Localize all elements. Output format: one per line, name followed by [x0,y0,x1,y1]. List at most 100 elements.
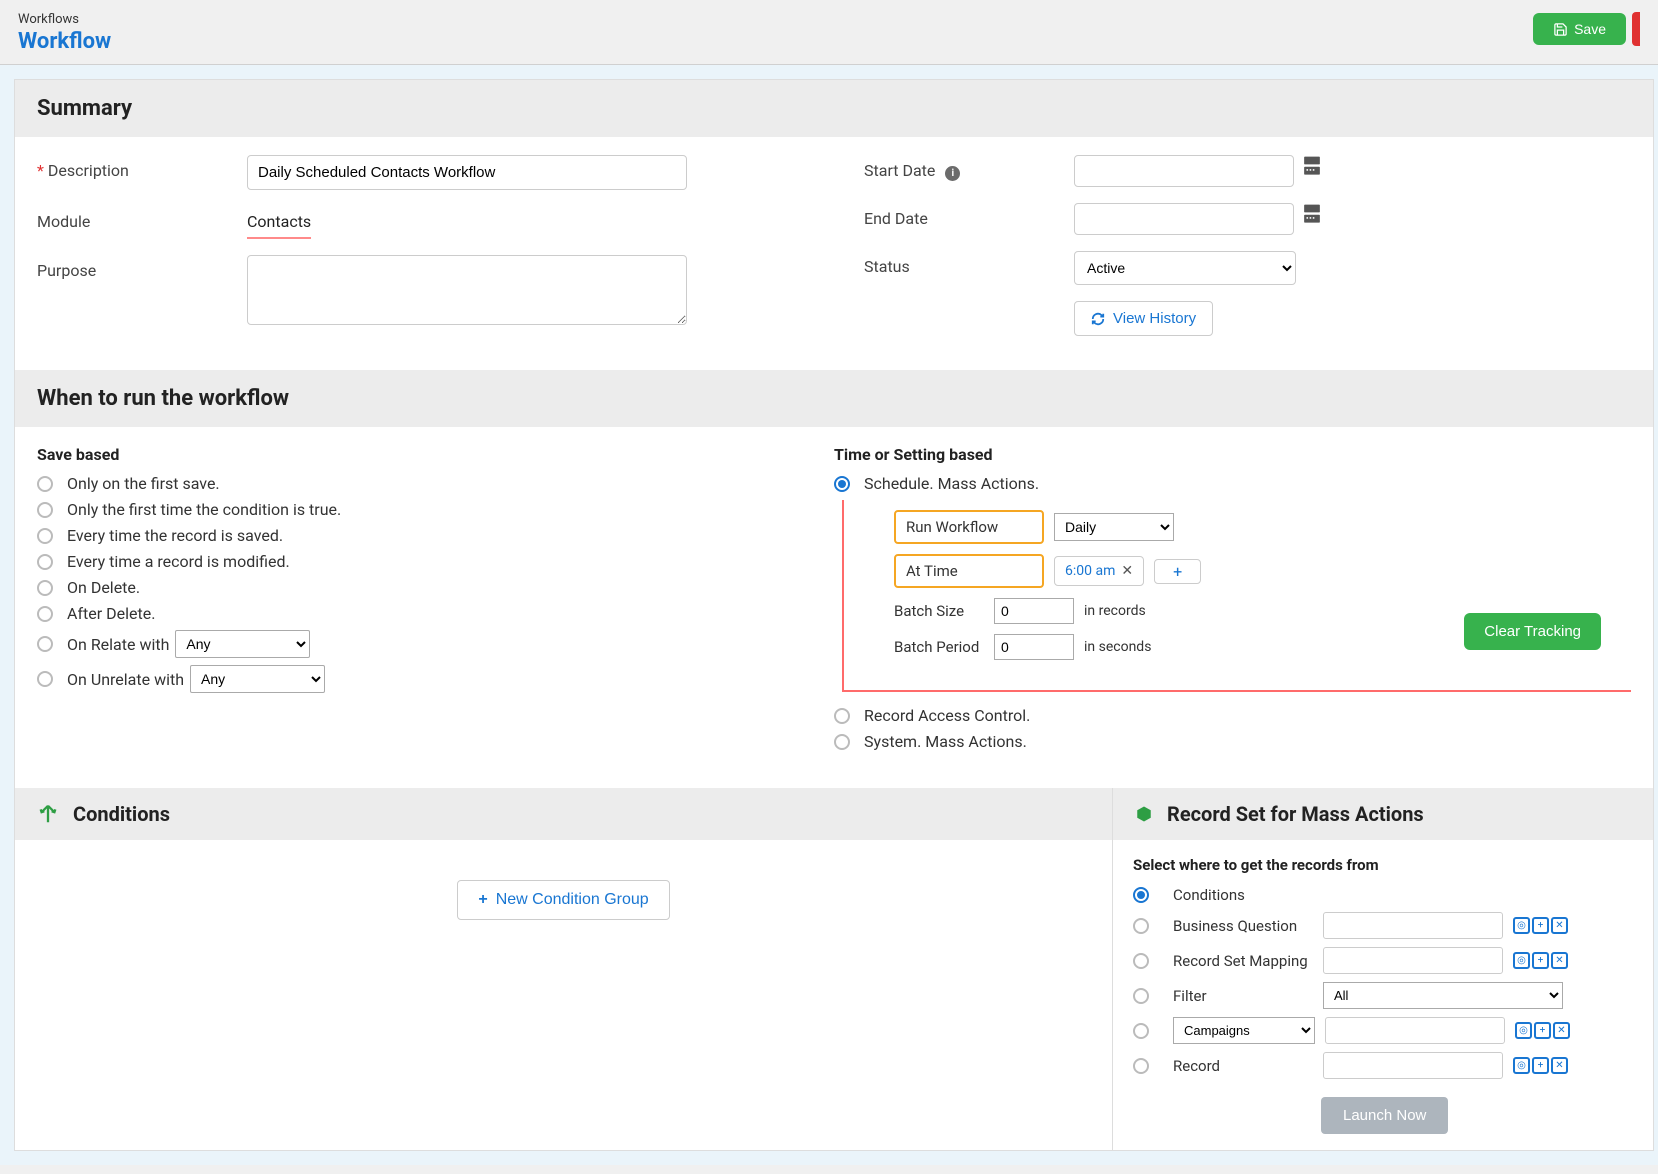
opt-every-modify: Every time a record is modified. [67,552,290,571]
add-icon[interactable]: + [1532,952,1549,969]
batch-period-unit: in seconds [1084,639,1151,655]
rs-campaigns-select[interactable]: Campaigns [1173,1017,1315,1044]
batch-period-input[interactable] [994,634,1074,660]
clear-icon[interactable]: ✕ [1551,1057,1568,1074]
red-button-partial[interactable] [1632,12,1640,46]
end-date-input[interactable] [1074,203,1294,235]
page-title: Workflow [18,29,111,54]
radio-every-save[interactable] [37,528,53,544]
radio-on-unrelate[interactable] [37,671,53,687]
on-unrelate-select[interactable]: Any [190,665,325,693]
info-icon[interactable]: i [945,166,960,181]
rs-campaigns-input[interactable] [1325,1017,1505,1044]
target-icon[interactable]: ◎ [1513,917,1530,934]
rs-conditions-label: Conditions [1173,886,1313,904]
rs-filter-select[interactable]: All [1323,982,1563,1009]
batch-period-label: Batch Period [894,638,984,656]
opt-every-save: Every time the record is saved. [67,526,283,545]
view-history-button[interactable]: View History [1074,301,1213,336]
rs-radio-filter[interactable] [1133,988,1149,1004]
radio-every-modify[interactable] [37,554,53,570]
rs-record-input[interactable] [1323,1052,1503,1079]
rs-radio-conditions[interactable] [1133,887,1149,903]
refresh-icon [1091,312,1105,326]
radio-on-relate[interactable] [37,636,53,652]
clear-icon[interactable]: ✕ [1551,952,1568,969]
breadcrumb[interactable]: Workflows [18,12,111,27]
start-date-input[interactable] [1074,155,1294,187]
topbar: Workflows Workflow Save [0,0,1658,65]
summary-heading: Summary [15,80,1653,137]
calendar-icon[interactable] [1302,155,1322,177]
time-chip[interactable]: 6:00 am ✕ [1054,556,1144,586]
view-history-label: View History [1113,310,1196,327]
target-icon[interactable]: ◎ [1513,1057,1530,1074]
purpose-textarea[interactable] [247,255,687,325]
new-condition-group-label: New Condition Group [496,891,649,909]
add-time-button[interactable]: + [1154,559,1201,584]
module-label: Module [37,206,247,231]
add-icon[interactable]: + [1534,1022,1551,1039]
on-relate-select[interactable]: Any [175,630,310,658]
opt-after-delete: After Delete. [67,604,155,623]
rs-radio-record[interactable] [1133,1058,1149,1074]
save-based-heading: Save based [37,445,834,464]
description-input[interactable] [247,155,687,190]
radio-rac[interactable] [834,708,850,724]
frequency-select[interactable]: Daily [1054,513,1174,541]
schedule-highlight-zone: Run Workflow Daily At Time 6:00 am ✕ + B… [842,500,1631,692]
conditions-icon [37,803,59,825]
rs-filter-label: Filter [1173,987,1313,1005]
save-button[interactable]: Save [1533,13,1626,45]
floppy-icon [1553,22,1568,37]
opt-schedule: Schedule. Mass Actions. [864,474,1039,493]
rs-bq-input[interactable] [1323,912,1503,939]
time-chip-label: 6:00 am [1065,563,1115,579]
rs-record-label: Record [1173,1057,1313,1075]
start-date-label: Start Date [864,161,935,180]
radio-on-delete[interactable] [37,580,53,596]
radio-first-save[interactable] [37,476,53,492]
end-date-label: End Date [864,203,1074,228]
batch-size-unit: in records [1084,603,1146,619]
rs-bq-label: Business Question [1173,917,1313,935]
rs-mapping-input[interactable] [1323,947,1503,974]
module-link[interactable]: Contacts [247,206,311,239]
calendar-icon[interactable] [1302,203,1322,225]
launch-now-button[interactable]: Launch Now [1321,1097,1448,1134]
opt-on-unrelate: On Unrelate with [67,670,184,689]
radio-first-cond[interactable] [37,502,53,518]
run-workflow-label-box: Run Workflow [894,510,1044,544]
save-button-label: Save [1574,21,1606,37]
description-label: Description [48,161,129,180]
new-condition-group-button[interactable]: + New Condition Group [457,880,669,920]
add-icon[interactable]: + [1532,917,1549,934]
add-icon[interactable]: + [1532,1057,1549,1074]
recordset-subheading: Select where to get the records from [1133,856,1633,874]
status-label: Status [864,251,1074,276]
purpose-label: Purpose [37,255,247,280]
rs-radio-bq[interactable] [1133,918,1149,934]
rs-mapping-label: Record Set Mapping [1173,952,1313,970]
target-icon[interactable]: ◎ [1515,1022,1532,1039]
rs-radio-campaigns[interactable] [1133,1023,1149,1039]
close-icon[interactable]: ✕ [1121,563,1133,579]
rs-radio-mapping[interactable] [1133,953,1149,969]
conditions-heading: Conditions [73,802,170,826]
radio-after-delete[interactable] [37,606,53,622]
batch-size-input[interactable] [994,598,1074,624]
recordset-icon [1135,805,1153,823]
required-star: * [37,161,44,180]
opt-first-save: Only on the first save. [67,474,220,493]
recordset-heading: Record Set for Mass Actions [1167,802,1424,826]
opt-system: System. Mass Actions. [864,732,1027,751]
radio-schedule[interactable] [834,476,850,492]
radio-system[interactable] [834,734,850,750]
status-select[interactable]: Active [1074,251,1296,285]
clear-tracking-button[interactable]: Clear Tracking [1464,613,1601,650]
run-heading: When to run the workflow [15,370,1653,427]
clear-icon[interactable]: ✕ [1551,917,1568,934]
target-icon[interactable]: ◎ [1513,952,1530,969]
time-based-heading: Time or Setting based [834,445,1631,464]
clear-icon[interactable]: ✕ [1553,1022,1570,1039]
